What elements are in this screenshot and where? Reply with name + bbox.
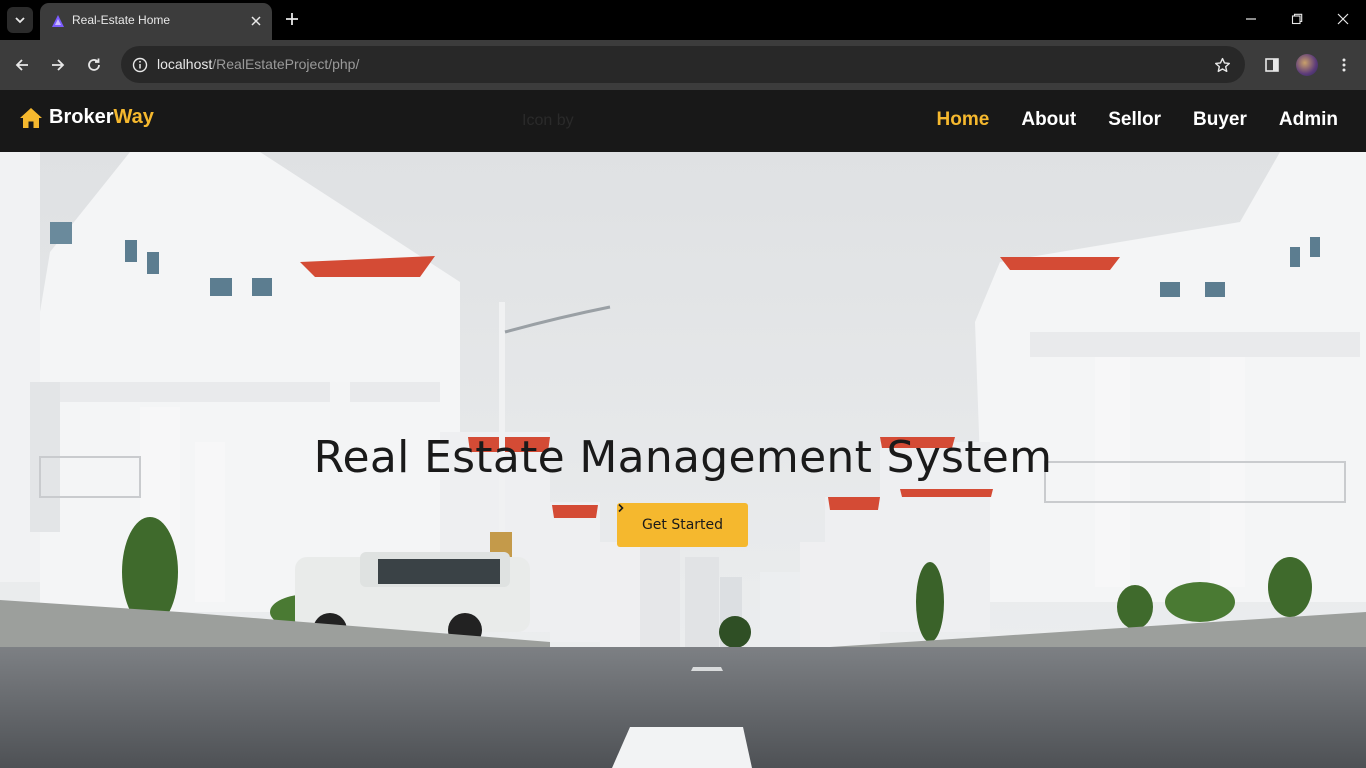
minimize-icon	[1246, 18, 1256, 20]
reload-button[interactable]	[80, 51, 108, 79]
address-bar[interactable]: localhost/RealEstateProject/php/	[121, 46, 1245, 83]
close-icon	[1337, 13, 1349, 25]
url-host: localhost	[157, 56, 213, 72]
side-panel-button[interactable]	[1260, 53, 1284, 77]
close-window-button[interactable]	[1328, 6, 1358, 32]
nav-admin[interactable]: Admin	[1279, 109, 1338, 131]
tab-title: Real-Estate Home	[72, 13, 171, 27]
arrow-left-icon	[15, 59, 28, 71]
hero-section: Real Estate Management System Get Starte…	[0, 152, 1366, 768]
back-button[interactable]	[8, 51, 36, 79]
forward-button[interactable]	[44, 51, 72, 79]
arrow-right-icon	[52, 59, 65, 71]
nav-home[interactable]: Home	[937, 109, 990, 131]
icon-credit-text: Icon by	[522, 112, 574, 129]
chevron-right-icon	[618, 503, 624, 513]
plus-icon	[286, 13, 298, 25]
nav-sellor[interactable]: Sellor	[1108, 109, 1161, 131]
brand-name-part2: Way	[113, 106, 154, 128]
restore-button[interactable]	[1282, 6, 1312, 32]
main-menu: Home About Sellor Buyer Admin	[937, 109, 1338, 131]
browser-toolbar: localhost/RealEstateProject/php/	[0, 40, 1366, 90]
tab-close-button[interactable]	[246, 11, 266, 31]
get-started-button[interactable]: Get Started	[617, 503, 748, 547]
nav-buyer[interactable]: Buyer	[1193, 109, 1247, 131]
hero-title: Real Estate Management System	[313, 432, 1053, 483]
tab-search-button[interactable]	[7, 7, 33, 33]
browser-tab-bar: Real-Estate Home	[0, 0, 1366, 40]
get-started-label: Get Started	[641, 517, 724, 533]
nav-about[interactable]: About	[1021, 109, 1076, 131]
site-navbar: BrokerWay Icon by Home About Sellor Buye…	[0, 90, 1366, 152]
close-icon	[251, 16, 261, 26]
home-icon	[20, 107, 42, 128]
restore-icon	[1291, 13, 1303, 25]
star-icon	[1214, 57, 1230, 72]
chevron-down-icon	[15, 17, 25, 24]
browser-menu-button[interactable]	[1332, 53, 1356, 77]
url-path: /RealEstateProject/php/	[212, 56, 360, 72]
side-panel-icon	[1265, 58, 1279, 72]
reload-icon	[88, 58, 100, 71]
new-tab-button[interactable]	[281, 8, 303, 30]
info-icon	[132, 57, 148, 73]
brand-name: BrokerWay	[49, 106, 154, 129]
site-info-button[interactable]	[129, 54, 151, 76]
minimize-button[interactable]	[1236, 6, 1266, 32]
brand-logo[interactable]: BrokerWay	[19, 106, 154, 129]
browser-tab-active[interactable]: Real-Estate Home	[40, 3, 272, 40]
brand-name-part1: Broker	[49, 106, 114, 128]
favicon-icon	[52, 15, 64, 27]
profile-avatar[interactable]	[1296, 54, 1318, 76]
bookmark-button[interactable]	[1211, 54, 1233, 76]
more-vert-icon	[1342, 58, 1346, 72]
url-text: localhost/RealEstateProject/php/	[157, 56, 359, 72]
